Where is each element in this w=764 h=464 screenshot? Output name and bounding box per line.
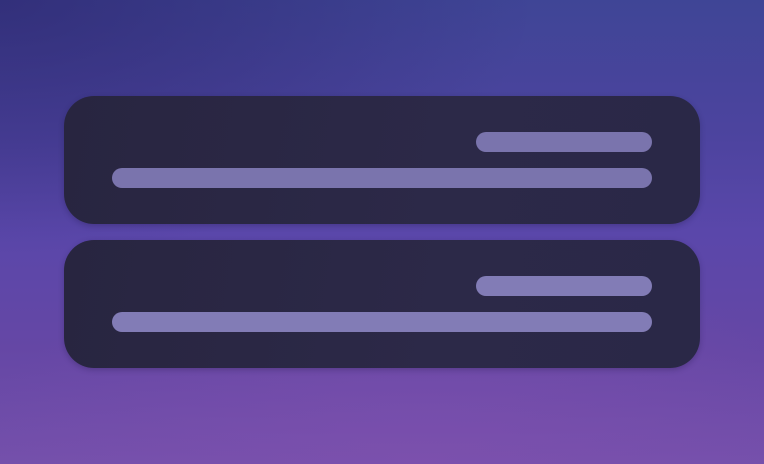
placeholder-card-2 [64, 240, 700, 368]
skeleton-line-short [476, 132, 652, 152]
placeholder-card-1 [64, 96, 700, 224]
skeleton-line-long [112, 312, 652, 332]
desktop-background: { "screen": { "theme_colors": { "backgro… [0, 0, 764, 464]
skeleton-line-short [476, 276, 652, 296]
skeleton-line-long [112, 168, 652, 188]
